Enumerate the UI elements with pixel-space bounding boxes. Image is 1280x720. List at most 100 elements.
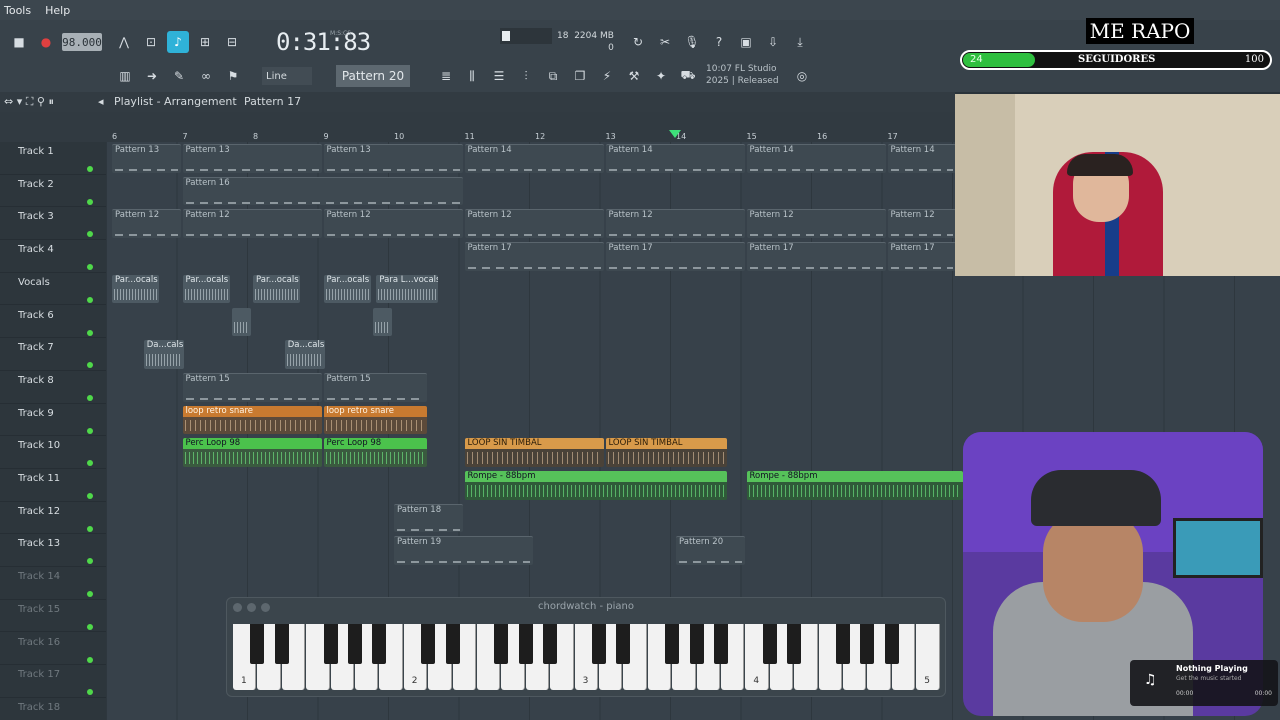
track-mute-led[interactable] — [87, 623, 93, 630]
playlist-clip[interactable]: Pattern 13 — [323, 144, 463, 173]
playlist-clip[interactable]: Pattern 12 — [182, 209, 322, 239]
track-header[interactable]: Track 1 — [0, 142, 106, 175]
tool-icon[interactable]: ⚒ — [623, 65, 645, 87]
track-mute-led[interactable] — [87, 231, 93, 238]
plugin-icon[interactable]: ⚡ — [596, 65, 618, 87]
now-playing-widget[interactable]: ♫ Nothing Playing Get the music started … — [1130, 660, 1278, 706]
piano-black-key[interactable] — [787, 624, 802, 664]
track-header[interactable]: Track 16 — [0, 633, 106, 666]
playlist-clip[interactable]: LOOP SIN TIMBAL — [605, 438, 727, 467]
playlist-clip[interactable]: Pattern 12 — [746, 209, 886, 239]
playlist-clip[interactable]: Pattern 12 — [605, 209, 745, 239]
playlist-clip[interactable]: Pattern 14 — [887, 144, 956, 173]
clipboard-icon[interactable]: ❐ — [569, 65, 591, 87]
track-mute-led[interactable] — [87, 591, 93, 598]
piano-black-key[interactable] — [421, 624, 436, 664]
track-header[interactable]: Track 3 — [0, 207, 106, 241]
piano-black-key[interactable] — [250, 624, 265, 664]
track-mute-led[interactable] — [87, 493, 93, 499]
track-mute-led[interactable] — [87, 394, 93, 401]
globe-icon[interactable]: ◎ — [791, 65, 813, 87]
playlist-pattern[interactable]: Pattern 17 — [244, 95, 301, 108]
timeline-ruler[interactable]: 6 7 8 9 10 11 12 13 14 15 16 17 — [0, 112, 955, 142]
piano-black-key[interactable] — [714, 624, 728, 664]
piano-black-key[interactable] — [274, 624, 289, 664]
playlist-clip[interactable]: Pattern 12 — [887, 209, 956, 239]
playlist-clip[interactable]: Pattern 15 — [182, 372, 322, 402]
snap-select[interactable]: Line — [262, 67, 312, 85]
piano-keyboard[interactable]: 1 2 3 4 5 — [233, 624, 941, 690]
track-header[interactable]: Track 6 — [0, 306, 106, 339]
piano-black-key[interactable] — [372, 624, 387, 664]
playlist-clip[interactable]: Par...ocals — [182, 274, 230, 304]
playlist-clip[interactable]: Da...cals — [284, 340, 326, 369]
piano-black-key[interactable] — [762, 624, 777, 664]
playlist-clip[interactable]: Pattern 17 — [464, 242, 604, 271]
cart-icon[interactable]: ⛟ — [677, 65, 699, 87]
save-icon[interactable]: ▣ — [735, 31, 757, 53]
playlist-clip[interactable]: Pattern 17 — [605, 242, 745, 271]
playlist-clip[interactable]: loop retro snare — [323, 405, 428, 435]
track-header[interactable]: Track 17 — [0, 665, 106, 698]
step-edit-icon[interactable]: ⊞ — [194, 31, 216, 53]
track-header[interactable]: Track 14 — [0, 567, 106, 600]
stamp-icon[interactable]: ⚑ — [222, 65, 244, 87]
playlist-clip[interactable]: Pattern 15 — [323, 372, 428, 402]
track-header[interactable]: Track 18 — [0, 698, 106, 720]
playlist-clip[interactable]: Pattern 12 — [112, 209, 181, 239]
track-mute-led[interactable] — [87, 296, 93, 303]
download-icon[interactable]: ⤓ — [789, 31, 811, 53]
piano-black-key[interactable] — [592, 624, 606, 664]
piano-black-key[interactable] — [836, 624, 850, 664]
track-header[interactable]: Track 7 — [0, 338, 106, 371]
piano-black-key[interactable] — [543, 624, 558, 664]
cut-icon[interactable]: ✂ — [654, 31, 676, 53]
play-icon[interactable]: ◂ — [98, 95, 104, 108]
piano-black-key[interactable] — [689, 624, 704, 664]
playlist-clip[interactable]: Perc Loop 98 — [182, 438, 322, 467]
playhead-marker[interactable] — [669, 130, 681, 138]
playlist-clip[interactable]: Pattern 14 — [464, 144, 604, 173]
playlist-clip[interactable]: Pattern 17 — [887, 242, 956, 271]
playlist-clip[interactable] — [231, 307, 251, 337]
track-mute-led[interactable] — [87, 329, 93, 336]
playlist-clip[interactable]: Par...ocals — [112, 274, 160, 304]
export-icon[interactable]: ⇩ — [762, 31, 784, 53]
playlist-clip[interactable]: Rompe - 88bpm — [464, 471, 727, 500]
playlist-clip[interactable]: Par...ocals — [253, 274, 301, 304]
menu-tools[interactable]: Tools — [0, 4, 41, 17]
track-header[interactable]: Track 4 — [0, 240, 106, 273]
arrow-right-icon[interactable]: ➜ — [141, 65, 163, 87]
playlist-clip[interactable]: Pattern 12 — [323, 209, 463, 239]
piano-black-key[interactable] — [884, 624, 899, 664]
playlist-clip[interactable]: Par...ocals — [323, 274, 371, 304]
track-mute-led[interactable] — [87, 166, 93, 172]
track-header[interactable]: Track 15 — [0, 600, 106, 633]
track-header[interactable]: Track 11 — [0, 469, 106, 502]
track-mute-led[interactable] — [87, 362, 93, 369]
piano-black-key[interactable] — [445, 624, 460, 664]
track-mute-led[interactable] — [87, 427, 93, 434]
track-header[interactable]: Track 8 — [0, 371, 106, 404]
menu-help[interactable]: Help — [41, 4, 80, 17]
playlist-clip[interactable]: Pattern 14 — [746, 144, 886, 173]
playlist-title[interactable]: Playlist - Arrangement — [114, 95, 237, 108]
piano-icon[interactable]: ▥ — [114, 65, 136, 87]
track-header[interactable]: Track 12 — [0, 502, 106, 535]
microphone-icon[interactable]: 🎙 — [681, 31, 703, 53]
playlist-clip[interactable]: Pattern 16 — [182, 176, 463, 206]
metronome-icon[interactable]: ⋀ — [113, 31, 135, 53]
playlist-clip[interactable]: Pattern 13 — [182, 144, 322, 173]
piano-window[interactable]: chordwatch - piano 1 2 3 4 5 — [226, 597, 946, 697]
track-header[interactable]: Track 9 — [0, 404, 106, 437]
piano-black-key[interactable] — [518, 624, 533, 664]
piano-black-key[interactable] — [616, 624, 631, 664]
piano-black-key[interactable] — [323, 624, 338, 664]
piano-roll-icon[interactable]: ⫶ — [515, 65, 537, 87]
loop-record-icon[interactable]: ⊟ — [221, 31, 243, 53]
track-mute-led[interactable] — [87, 656, 93, 663]
playlist-clip[interactable]: Pattern 14 — [605, 144, 745, 173]
record-icon[interactable]: ● — [35, 31, 57, 53]
playlist-icon[interactable]: ≣ — [435, 65, 457, 87]
help-icon[interactable]: ? — [708, 31, 730, 53]
